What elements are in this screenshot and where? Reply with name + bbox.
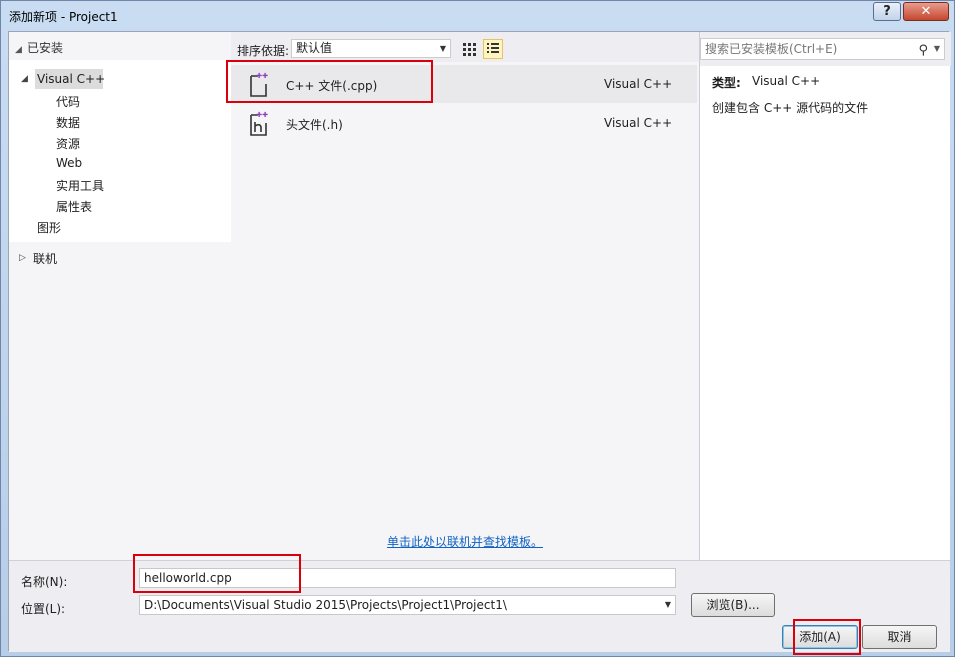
search-placeholder: 搜索已安装模板(Ctrl+E) (705, 42, 838, 56)
expand-triangle-icon[interactable]: ◢ (21, 74, 28, 84)
browse-button[interactable]: 浏览(B)... (691, 593, 775, 617)
template-item-cpp[interactable]: C++ 文件(.cpp) Visual C++ (231, 65, 697, 103)
template-name: C++ 文件(.cpp) (286, 79, 378, 93)
grid-view-icon (463, 43, 476, 56)
type-value: Visual C++ (752, 74, 821, 88)
chevron-down-icon[interactable]: ▼ (665, 596, 671, 614)
online-templates-link[interactable]: 单击此处以联机并查找模板。 (387, 533, 543, 550)
location-label: 位置(L): (21, 602, 66, 616)
tree-item-utilities[interactable]: 实用工具 (56, 177, 104, 194)
tree-item-online[interactable]: 联机 (33, 250, 57, 267)
search-bar-area: 搜索已安装模板(Ctrl+E) ⚲ ▼ (700, 32, 951, 66)
chevron-down-icon[interactable]: ▼ (934, 39, 940, 59)
template-description: 创建包含 C++ 源代码的文件 (712, 101, 869, 115)
window-title: 添加新项 - Project1 (9, 10, 118, 24)
template-list: C++ 文件(.cpp) Visual C++ 头文件(.h) Visual C… (231, 62, 699, 560)
installed-label: 已安装 (27, 41, 64, 55)
header-file-icon (250, 111, 268, 136)
sort-value: 默认值 (296, 41, 333, 55)
name-label: 名称(N): (21, 575, 68, 589)
name-input[interactable]: helloworld.cpp (139, 568, 676, 588)
list-view-icon (487, 43, 499, 53)
search-input[interactable]: 搜索已安装模板(Ctrl+E) ⚲ ▼ (700, 38, 945, 60)
search-icon[interactable]: ⚲ (918, 41, 928, 61)
list-view-button[interactable] (483, 39, 503, 59)
add-new-item-dialog: 添加新项 - Project1 ? ✕ ◢ 已安装 ◢ Visual C++ 代码… (0, 0, 955, 657)
add-button[interactable]: 添加(A) (782, 625, 858, 649)
chevron-down-icon: ▼ (439, 44, 446, 53)
template-item-header[interactable]: 头文件(.h) Visual C++ (231, 104, 697, 142)
location-value: D:\Documents\Visual Studio 2015\Projects… (144, 598, 507, 612)
name-value: helloworld.cpp (144, 571, 232, 585)
details-pane: 搜索已安装模板(Ctrl+E) ⚲ ▼ 类型: Visual C++ 创建包含 … (699, 32, 951, 560)
tree-item-graphics[interactable]: 图形 (37, 219, 61, 236)
tree-item-visual-cpp[interactable]: Visual C++ (37, 72, 105, 86)
close-button[interactable]: ✕ (903, 2, 949, 21)
template-type: Visual C++ (604, 77, 673, 91)
type-label: 类型: (712, 76, 741, 90)
template-name: 头文件(.h) (286, 118, 343, 132)
grid-view-button[interactable] (459, 39, 479, 59)
tree-item-web[interactable]: Web (56, 156, 82, 170)
sort-dropdown[interactable]: 默认值 ▼ (291, 39, 451, 58)
cpp-file-icon (250, 72, 268, 97)
dialog-client: ◢ 已安装 ◢ Visual C++ 代码 数据 资源 Web 实用工具 属性表 … (8, 31, 951, 655)
template-type: Visual C++ (604, 116, 673, 130)
template-tree: ◢ 已安装 ◢ Visual C++ 代码 数据 资源 Web 实用工具 属性表 … (9, 32, 231, 560)
collapse-triangle-icon: ◢ (15, 45, 22, 55)
online-section (9, 242, 231, 560)
tree-item-data[interactable]: 数据 (56, 114, 80, 131)
location-combobox[interactable]: D:\Documents\Visual Studio 2015\Projects… (139, 595, 676, 615)
collapsed-triangle-icon[interactable]: ▷ (19, 253, 26, 263)
sort-toolbar: 排序依据: 默认值 ▼ (231, 32, 699, 62)
title-bar: 添加新项 - Project1 ? ✕ (1, 1, 954, 31)
help-button[interactable]: ? (873, 2, 901, 21)
tree-item-property-sheets[interactable]: 属性表 (56, 198, 92, 215)
cancel-button[interactable]: 取消 (862, 625, 937, 649)
tree-item-code[interactable]: 代码 (56, 93, 80, 110)
bottom-form: 名称(N): helloworld.cpp 位置(L): D:\Document… (9, 560, 950, 652)
tree-item-resources[interactable]: 资源 (56, 135, 80, 152)
tree-installed-header[interactable]: ◢ 已安装 (15, 39, 63, 56)
sort-label: 排序依据: (237, 44, 290, 58)
